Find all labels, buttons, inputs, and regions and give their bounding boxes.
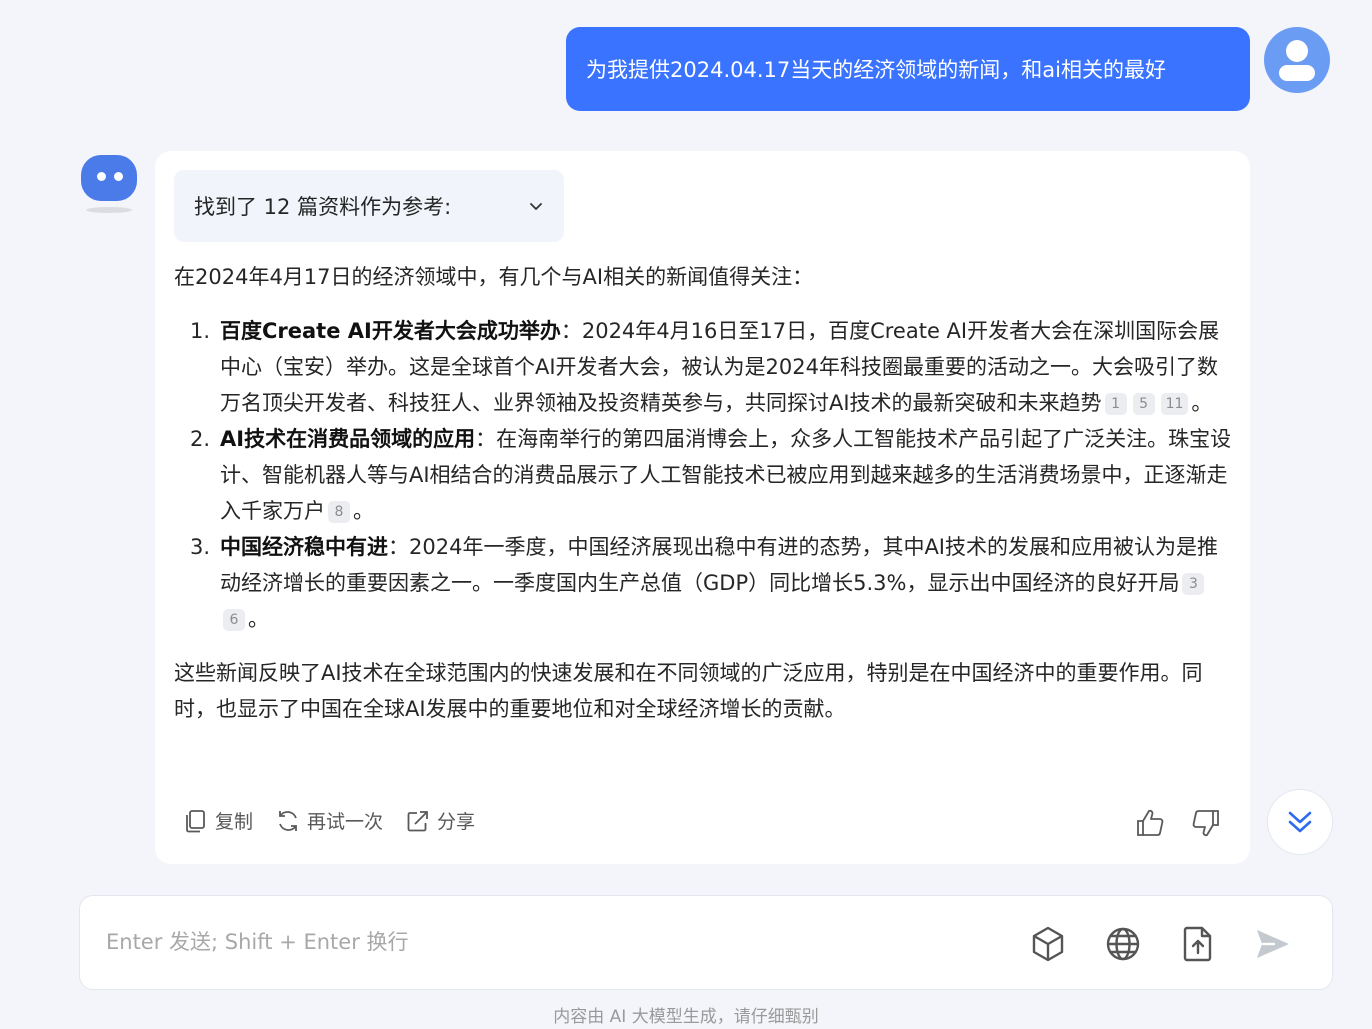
disclaimer-footer: 内容由 AI 大模型生成，请仔细甄别 bbox=[553, 1007, 819, 1027]
user-avatar-icon bbox=[1264, 27, 1330, 93]
copy-icon bbox=[186, 809, 205, 832]
news-item-number: 1. bbox=[190, 319, 211, 343]
bot-avatar-icon bbox=[80, 155, 138, 215]
globe-icon bbox=[1106, 927, 1140, 961]
references-toggle[interactable]: 找到了 12 篇资料作为参考: bbox=[174, 170, 564, 242]
bot-message-content: 在2024年4月17日的经济领域中，有几个与AI相关的新闻值得关注： 1. 百度… bbox=[174, 259, 1234, 727]
chat-input[interactable] bbox=[106, 924, 986, 960]
upload-file-icon bbox=[1183, 926, 1212, 962]
citation-badge[interactable]: 5 bbox=[1132, 393, 1155, 415]
bot-intro: 在2024年4月17日的经济领域中，有几个与AI相关的新闻值得关注： bbox=[174, 265, 814, 289]
feedback-buttons bbox=[1134, 807, 1222, 839]
thumbs-down-icon[interactable] bbox=[1190, 807, 1222, 839]
news-list: 1. 百度Create AI开发者大会成功举办：2024年4月16日至17日，百… bbox=[174, 313, 1234, 637]
share-icon bbox=[407, 810, 428, 831]
news-item-title: AI技术在消费品领域的应用 bbox=[220, 427, 476, 451]
news-item-number: 3. bbox=[190, 535, 211, 559]
user-message-bubble: 为我提供2024.04.17当天的经济领域的新闻，和ai相关的最好 bbox=[566, 27, 1250, 111]
news-item: 2. AI技术在消费品领域的应用：在海南举行的第四届消博会上，众多人工智能技术产… bbox=[174, 421, 1234, 529]
bot-message-card: 找到了 12 篇资料作为参考: 在2024年4月17日的经济领域中，有几个与AI… bbox=[155, 151, 1250, 864]
share-button[interactable]: 分享 bbox=[405, 807, 475, 834]
copy-button[interactable]: 复制 bbox=[183, 807, 253, 834]
user-message-row: 为我提供2024.04.17当天的经济领域的新闻，和ai相关的最好 bbox=[566, 27, 1250, 111]
web-search-button[interactable] bbox=[1103, 924, 1143, 964]
upload-file-button[interactable] bbox=[1178, 924, 1218, 964]
news-item-title: 百度Create AI开发者大会成功举办 bbox=[220, 319, 561, 343]
references-label: 找到了 12 篇资料作为参考: bbox=[194, 195, 452, 219]
news-item: 1. 百度Create AI开发者大会成功举办：2024年4月16日至17日，百… bbox=[174, 313, 1234, 421]
user-message-text: 为我提供2024.04.17当天的经济领域的新闻，和ai相关的最好 bbox=[586, 58, 1166, 82]
send-button[interactable] bbox=[1253, 924, 1293, 964]
news-item-end: 。 bbox=[248, 607, 269, 631]
news-item-end: 。 bbox=[1191, 391, 1213, 415]
thumbs-up-icon[interactable] bbox=[1134, 807, 1166, 839]
retry-button[interactable]: 再试一次 bbox=[275, 807, 383, 834]
share-label: 分享 bbox=[437, 811, 476, 833]
scroll-to-bottom-button[interactable] bbox=[1267, 789, 1333, 855]
news-item-end: 。 bbox=[353, 499, 374, 523]
citation-badge[interactable]: 8 bbox=[328, 501, 350, 523]
citation-badge[interactable]: 11 bbox=[1160, 393, 1189, 415]
citation-badge[interactable]: 3 bbox=[1182, 573, 1205, 595]
chat-input-box bbox=[79, 895, 1333, 990]
send-icon bbox=[1257, 930, 1289, 958]
chevron-down-icon bbox=[530, 203, 542, 210]
retry-icon bbox=[279, 810, 297, 831]
retry-label: 再试一次 bbox=[307, 811, 384, 833]
copy-label: 复制 bbox=[215, 811, 254, 833]
news-item-number: 2. bbox=[190, 427, 211, 451]
news-item-title: 中国经济稳中有进 bbox=[220, 535, 388, 559]
message-actions: 复制 再试一次 分享 bbox=[183, 807, 475, 834]
model-button[interactable] bbox=[1028, 924, 1068, 964]
news-item: 3. 中国经济稳中有进：2024年一季度，中国经济展现出稳中有进的态势，其中AI… bbox=[174, 529, 1234, 637]
cube-icon bbox=[1032, 926, 1064, 962]
double-chevron-down-icon bbox=[1288, 811, 1312, 833]
citation-badge[interactable]: 1 bbox=[1104, 393, 1127, 415]
bot-conclusion: 这些新闻反映了AI技术在全球范围内的快速发展和在不同领域的广泛应用，特别是在中国… bbox=[174, 661, 1203, 721]
citation-badge[interactable]: 6 bbox=[223, 609, 245, 631]
